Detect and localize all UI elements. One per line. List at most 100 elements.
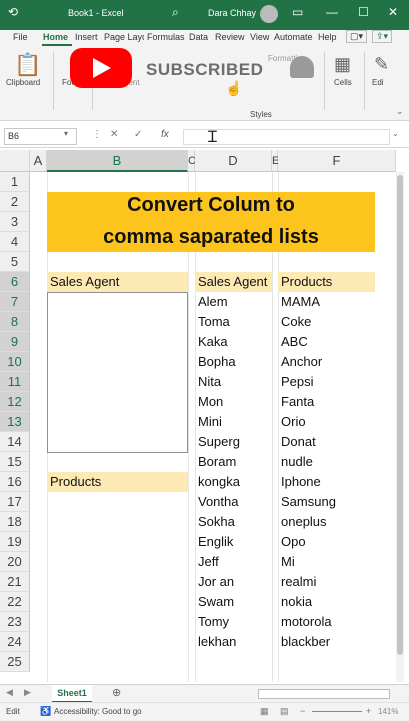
- cell-f20[interactable]: realmi: [278, 572, 378, 592]
- row-header-10[interactable]: 10: [0, 352, 30, 372]
- cell-d20[interactable]: Jor an: [195, 572, 272, 592]
- maximize-icon[interactable]: ☐: [358, 5, 369, 19]
- paste-icon[interactable]: 📋: [14, 52, 41, 78]
- tab-data[interactable]: Data: [189, 32, 208, 42]
- row-header-21[interactable]: 21: [0, 572, 30, 592]
- accessibility-icon[interactable]: ♿: [40, 706, 51, 717]
- row-header-18[interactable]: 18: [0, 512, 30, 532]
- cell-f13[interactable]: Donat: [278, 432, 378, 452]
- cell-d5[interactable]: Sales Agent: [195, 272, 272, 292]
- row-header-15[interactable]: 15: [0, 452, 30, 472]
- cell-d19[interactable]: Jeff: [195, 552, 272, 572]
- cell-f19[interactable]: Mi: [278, 552, 378, 572]
- row-header-22[interactable]: 22: [0, 592, 30, 612]
- normal-view-icon[interactable]: ▦: [260, 706, 269, 717]
- row-header-7[interactable]: 7: [0, 292, 30, 312]
- cell-d7[interactable]: Toma: [195, 312, 272, 332]
- name-box-dropdown-icon[interactable]: ▾: [64, 129, 68, 138]
- cell-f9[interactable]: Anchor: [278, 352, 378, 372]
- row-header-14[interactable]: 14: [0, 432, 30, 452]
- row-header-23[interactable]: 23: [0, 612, 30, 632]
- zoom-slider[interactable]: [312, 711, 362, 712]
- tab-home[interactable]: Home: [43, 32, 68, 42]
- cell-f14[interactable]: nudle: [278, 452, 378, 472]
- cancel-entry-icon[interactable]: ✕: [110, 129, 118, 140]
- column-header-b[interactable]: B: [47, 150, 188, 172]
- cell-d8[interactable]: Kaka: [195, 332, 272, 352]
- row-header-8[interactable]: 8: [0, 312, 30, 332]
- bell-icon[interactable]: [290, 56, 314, 78]
- column-header-f[interactable]: F: [278, 150, 396, 172]
- row-header-25[interactable]: 25: [0, 652, 30, 672]
- cell-d23[interactable]: lekhan: [195, 632, 272, 652]
- tab-formulas[interactable]: Formulas: [147, 32, 185, 42]
- autosave-icon[interactable]: ⟲: [8, 5, 18, 19]
- cell-d9[interactable]: Bopha: [195, 352, 272, 372]
- cell-f6[interactable]: MAMA: [278, 292, 378, 312]
- zoom-in-icon[interactable]: +: [366, 706, 371, 716]
- tab-insert[interactable]: Insert: [75, 32, 105, 42]
- title-line-2[interactable]: comma saparated lists: [47, 226, 375, 249]
- row-header-9[interactable]: 9: [0, 332, 30, 352]
- cell-d6[interactable]: Alem: [195, 292, 272, 312]
- avatar[interactable]: [260, 5, 278, 23]
- cell-f18[interactable]: Opo: [278, 532, 378, 552]
- row-header-4[interactable]: 4: [0, 232, 30, 252]
- cell-d17[interactable]: Sokha: [195, 512, 272, 532]
- cell-d13[interactable]: Superg: [195, 432, 272, 452]
- ribbon-display-icon[interactable]: ▭: [292, 5, 303, 19]
- vertical-scroll-thumb[interactable]: [397, 175, 403, 655]
- row-header-2[interactable]: 2: [0, 192, 30, 212]
- row-header-17[interactable]: 17: [0, 492, 30, 512]
- scroll-left-icon[interactable]: ◀: [6, 687, 13, 698]
- row-header-20[interactable]: 20: [0, 552, 30, 572]
- cell-f21[interactable]: nokia: [278, 592, 378, 612]
- collapse-ribbon-icon[interactable]: ⌄: [396, 106, 404, 117]
- minimize-icon[interactable]: —: [326, 5, 338, 19]
- cell-f22[interactable]: motorola: [278, 612, 378, 632]
- tab-help[interactable]: Help: [318, 32, 337, 42]
- column-header-a[interactable]: A: [30, 150, 47, 172]
- cell-d10[interactable]: Nita: [195, 372, 272, 392]
- cell-f16[interactable]: Samsung: [278, 492, 378, 512]
- cell-d21[interactable]: Swam: [195, 592, 272, 612]
- insert-function-button[interactable]: fx: [161, 129, 169, 140]
- tab-file[interactable]: File: [13, 32, 28, 42]
- expand-formula-icon[interactable]: ⌄: [392, 129, 399, 138]
- sheet-tab-sheet1[interactable]: Sheet1: [52, 685, 92, 703]
- confirm-entry-icon[interactable]: ✓: [134, 129, 142, 140]
- cell-f7[interactable]: Coke: [278, 312, 378, 332]
- select-all-corner[interactable]: [0, 150, 30, 172]
- cell-b15[interactable]: Products: [47, 472, 188, 492]
- cell-d18[interactable]: Englik: [195, 532, 272, 552]
- row-header-3[interactable]: 3: [0, 212, 30, 232]
- cell-f15[interactable]: Iphone: [278, 472, 378, 492]
- close-icon[interactable]: ✕: [388, 5, 398, 19]
- scroll-right-icon[interactable]: ▶: [24, 687, 31, 698]
- cells-icon[interactable]: ▦: [334, 54, 351, 75]
- horizontal-scrollbar[interactable]: [258, 689, 390, 699]
- cell-d16[interactable]: Vontha: [195, 492, 272, 512]
- cell-f12[interactable]: Orio: [278, 412, 378, 432]
- cell-b5[interactable]: Sales Agent: [47, 272, 188, 292]
- tab-view[interactable]: View: [250, 32, 269, 42]
- column-header-c[interactable]: C: [188, 150, 196, 172]
- cell-f23[interactable]: blackber: [278, 632, 378, 652]
- row-header-12[interactable]: 12: [0, 392, 30, 412]
- tab-automate[interactable]: Automate: [274, 32, 316, 42]
- title-line-1[interactable]: Convert Colum to: [47, 194, 375, 217]
- column-header-d[interactable]: D: [195, 150, 272, 172]
- cell-d12[interactable]: Mini: [195, 412, 272, 432]
- row-header-16[interactable]: 16: [0, 472, 30, 492]
- row-header-19[interactable]: 19: [0, 532, 30, 552]
- tab-review[interactable]: Review: [215, 32, 245, 42]
- cell-f17[interactable]: oneplus: [278, 512, 378, 532]
- row-header-1[interactable]: 1: [0, 172, 30, 192]
- cell-d15[interactable]: kongka: [195, 472, 272, 492]
- row-header-11[interactable]: 11: [0, 372, 30, 392]
- cell-f5[interactable]: Products: [278, 272, 375, 292]
- cell-d22[interactable]: Tomy: [195, 612, 272, 632]
- row-header-6[interactable]: 6: [0, 272, 30, 292]
- share-icon[interactable]: ⇪▾: [372, 30, 393, 43]
- row-header-5[interactable]: 5: [0, 252, 30, 272]
